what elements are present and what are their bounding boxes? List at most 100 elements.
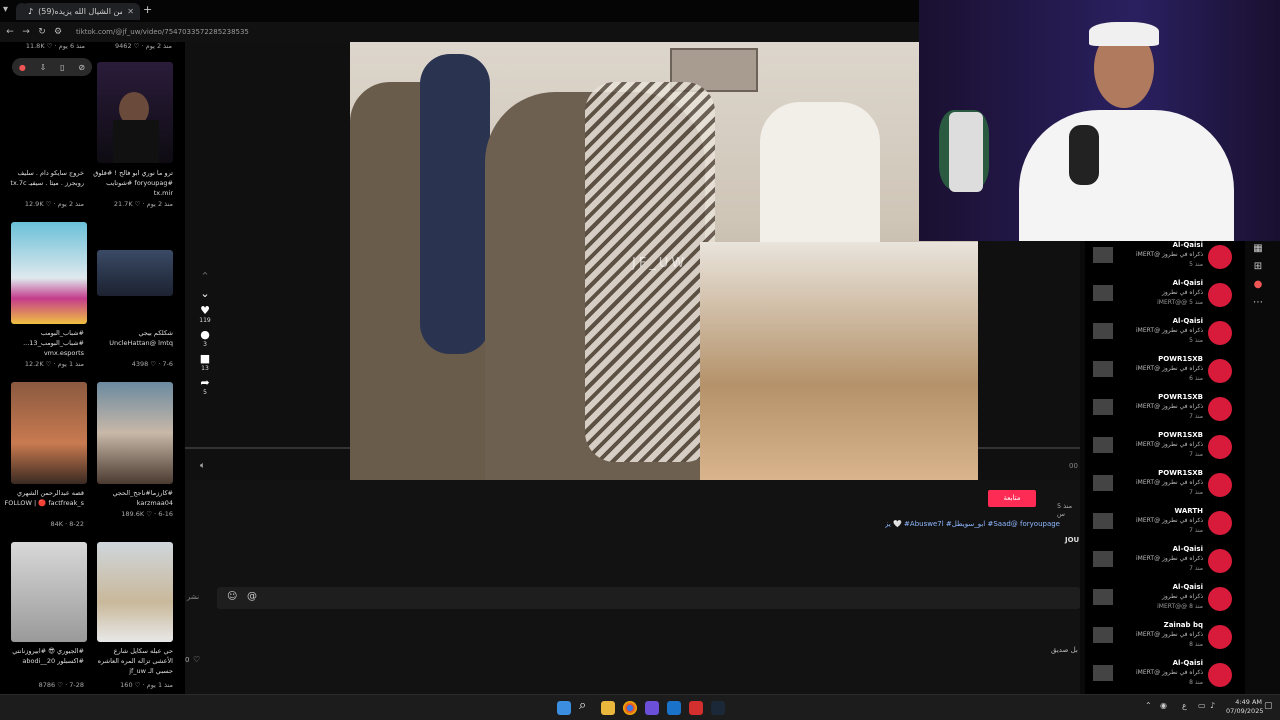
chat-time: منذ 5: [1189, 261, 1203, 268]
chat-username: Al-Qaisi: [1172, 659, 1203, 667]
tray-chevron-icon[interactable]: ⌃: [1145, 701, 1152, 710]
network-icon[interactable]: ▭: [1198, 701, 1206, 710]
feed-thumbnail[interactable]: [11, 222, 87, 324]
reload-icon[interactable]: ↻: [36, 27, 48, 37]
phone-icon[interactable]: ▯: [60, 63, 64, 72]
chrome-icon[interactable]: [623, 701, 637, 715]
app-icon[interactable]: [689, 701, 703, 715]
heart-icon: ♥: [200, 304, 210, 317]
close-tab-icon[interactable]: ✕: [127, 7, 134, 16]
video-player[interactable]: JF_UW: [350, 42, 978, 480]
chat-username: POWR1SXB: [1158, 469, 1203, 477]
calendar-icon[interactable]: ▦: [1248, 243, 1268, 261]
chat-message[interactable]: Zainab bq ذكراه في نطروز @iMERT منذ 8: [1085, 621, 1235, 659]
windows-taskbar: ⌕ ⌃ ◉ ع ▭ ♪ 4:49 AM 07/09/2025 ▢: [0, 694, 1280, 720]
feed-stat: 8786 ♡ · 7-28: [38, 681, 84, 689]
chat-message[interactable]: Al-Qaisi ذكراه في نطروز @iMERT منذ 5: [1085, 317, 1235, 355]
feed-thumbnail[interactable]: [97, 542, 173, 642]
download-icon[interactable]: ⇩: [40, 63, 47, 72]
feed-caption[interactable]: حي عبله سكايل شارع الأعشى تزاله المره ال…: [93, 646, 173, 676]
chat-avatar-icon: [1208, 663, 1232, 687]
mention-icon[interactable]: @: [247, 591, 257, 602]
steam-icon[interactable]: [711, 701, 725, 715]
chat-message[interactable]: Al-Qaisi ذكراه في نطروز @iMERT منذ 8: [1085, 659, 1235, 697]
chat-username: WARTH: [1174, 507, 1203, 515]
feed-caption[interactable]: شكلكم بيجي UncleHattan@ lmtq: [93, 328, 173, 348]
discord-icon[interactable]: [645, 701, 659, 715]
block-icon[interactable]: ⊘: [78, 63, 85, 72]
tab-search-icon[interactable]: ▾: [3, 4, 8, 15]
post-hashtags[interactable]: Saad@ foryoupage# ابو_سويطل# Abuswe7l# 🤍…: [885, 520, 1060, 528]
chat-time: منذ 8: [1189, 679, 1203, 686]
feed-thumbnail[interactable]: [11, 382, 87, 484]
notification-icon[interactable]: ▢: [1264, 701, 1273, 711]
file-explorer-icon[interactable]: [601, 701, 615, 715]
feed-caption[interactable]: #شباب_البومب #شباب_البومب_13... vmx.espo…: [4, 328, 84, 358]
post-comment-label[interactable]: نشر: [187, 593, 199, 601]
chat-message[interactable]: POWR1SXB ذكراه في نطروز @iMERT منذ 7: [1085, 431, 1235, 469]
feed-top-stat-right: 9462 ♡ · منذ 2 يوم: [115, 42, 172, 50]
chat-message[interactable]: POWR1SXB ذكراه في نطروز @iMERT منذ 7: [1085, 469, 1235, 507]
chat-message[interactable]: Al-Qaisi ذكراه في نطروز @iMERT منذ 7: [1085, 545, 1235, 583]
chat-message[interactable]: Al-Qaisi ذكراه في نطروز @iMERT منذ 5: [1085, 241, 1235, 279]
heart-outline-icon[interactable]: ♡: [193, 655, 200, 664]
volume-icon[interactable]: 🔈︎: [200, 461, 205, 471]
chat-text: ذكراه في نطروز @iMERT: [1136, 555, 1203, 562]
tab-active[interactable]: ♪ (59)والله من الشيال الله يزيده🤍 ✕: [22, 3, 140, 20]
feed-caption[interactable]: خروج سايكو دام . سليف روبجرز . ميثا . سي…: [4, 168, 84, 188]
like-button[interactable]: ♥ 119: [196, 304, 214, 324]
forward-icon[interactable]: →: [20, 27, 32, 37]
post-username[interactable]: JOU: [1065, 536, 1079, 544]
feed-caption[interactable]: ترو ما نوري ابو فالح ! #فلوق #foryoupag …: [93, 168, 173, 198]
comment-input[interactable]: ☺ @: [217, 587, 1080, 609]
feed-thumbnail[interactable]: [97, 382, 173, 484]
follow-button[interactable]: متابعة: [988, 490, 1036, 507]
chat-text: ذكراه في نطروز: [1161, 289, 1203, 296]
mic-icon[interactable]: ◉: [1160, 701, 1167, 710]
share-button[interactable]: ➦ 5: [196, 376, 214, 396]
comment-button[interactable]: ● 3: [196, 328, 214, 348]
save-button[interactable]: ■ 13: [196, 352, 214, 372]
chat-avatar-icon: [1208, 321, 1232, 345]
feed-caption[interactable]: قصه عبدالرحمن الشهري FOLLOW | 🔴 factfrea…: [4, 488, 85, 508]
avatar-icon[interactable]: ●: [1248, 279, 1268, 297]
up-chevron-icon[interactable]: ⌃: [196, 270, 214, 283]
person-navy: [420, 54, 490, 354]
clock-date[interactable]: 07/09/2025: [1226, 707, 1263, 715]
chat-message[interactable]: WARTH ذكراه في نطروز @iMERT منذ 7: [1085, 507, 1235, 545]
new-tab-button[interactable]: +: [143, 3, 152, 16]
chat-message[interactable]: POWR1SXB ذكراه في نطروز @iMERT منذ 6: [1085, 355, 1235, 393]
emoji-icon[interactable]: ☺: [227, 591, 237, 602]
down-chevron-icon[interactable]: ⌄: [196, 287, 214, 300]
feed-thumbnail[interactable]: [97, 62, 173, 163]
more-icon[interactable]: ⋯: [1248, 297, 1268, 315]
chat-text: ذكراه في نطروز @iMERT: [1136, 251, 1203, 258]
add-icon[interactable]: ⊞: [1248, 261, 1268, 279]
feed-thumbnail[interactable]: [11, 542, 87, 642]
chat-avatar-icon: [1208, 397, 1232, 421]
chat-avatar-icon: [1208, 359, 1232, 383]
search-icon[interactable]: ⌕: [579, 698, 586, 713]
chat-thumbnail: [1093, 361, 1113, 377]
outlook-icon[interactable]: [667, 701, 681, 715]
start-icon[interactable]: [557, 701, 571, 715]
back-icon[interactable]: ←: [4, 27, 16, 37]
chat-message[interactable]: POWR1SXB ذكراه في نطروز @iMERT منذ 7: [1085, 393, 1235, 431]
feed-caption[interactable]: #كارزما#ناجح_الحجي karzmaa04: [93, 488, 173, 508]
volume-icon[interactable]: ♪: [1210, 701, 1215, 710]
feed-thumbnail[interactable]: [97, 250, 173, 296]
site-info-icon[interactable]: ⚙: [52, 27, 64, 37]
avatar-icon[interactable]: ●: [19, 63, 26, 72]
chat-time: iMERT@@ منذ 8: [1157, 603, 1203, 610]
feed-caption[interactable]: #الجيوري 😎 #ابيروزنانتي #اكسبلور abodi__…: [4, 646, 84, 666]
language-indicator[interactable]: ع: [1182, 701, 1187, 710]
player-controls-strip: ● ⇩ ▯ ⊘: [12, 58, 92, 76]
chat-time: منذ 7: [1189, 527, 1203, 534]
chat-message[interactable]: Al-Qaisi ذكراه في نطروز iMERT@@ منذ 5: [1085, 279, 1235, 317]
feed-stat: 12.2K ♡ · منذ 1 يوم: [24, 360, 84, 368]
chat-username: POWR1SXB: [1158, 355, 1203, 363]
like-count: 119: [199, 317, 211, 324]
url-field[interactable]: tiktok.com/@jf_uw/video/7547033572285238…: [76, 28, 249, 36]
clock-time[interactable]: 4:49 AM: [1232, 698, 1262, 706]
chat-message[interactable]: Al-Qaisi ذكراه في نطروز iMERT@@ منذ 8: [1085, 583, 1235, 621]
